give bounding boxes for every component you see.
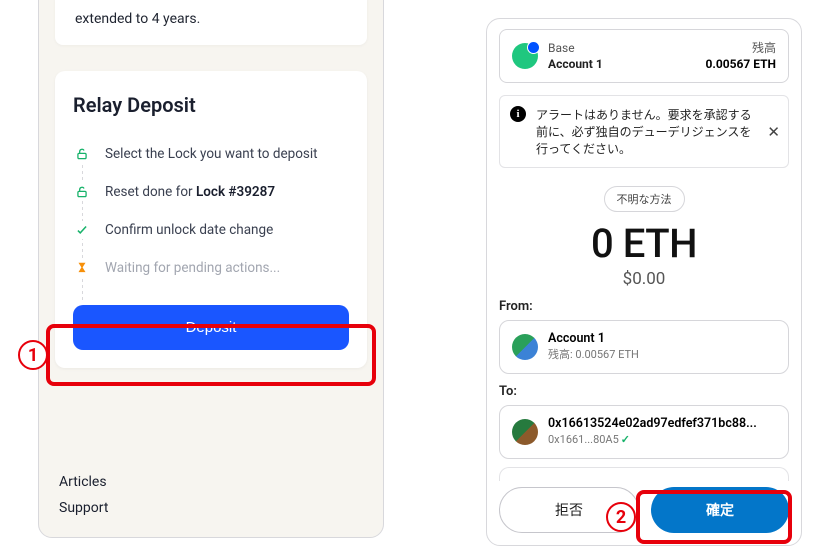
annotation-highlight-2 <box>636 490 792 544</box>
to-text: 0x16613524e02ad97edfef371bc88... 0x1661.… <box>548 416 757 448</box>
step-waiting: Waiting for pending actions... <box>73 249 349 287</box>
footer-articles[interactable]: Articles <box>59 469 108 495</box>
footer-support[interactable]: Support <box>59 495 108 521</box>
step-label: Reset done for Lock #39287 <box>105 184 275 200</box>
account-name: Account 1 <box>548 56 695 72</box>
network-name: Base <box>548 40 695 56</box>
hourglass-icon <box>73 259 91 277</box>
account-balance: 残高 0.00567 ETH <box>705 40 776 72</box>
annotation-highlight-1 <box>46 324 376 386</box>
avatar-icon <box>512 334 538 360</box>
from-name: Account 1 <box>548 331 639 348</box>
verified-check-icon: ✓ <box>621 433 630 446</box>
to-account[interactable]: 0x16613524e02ad97edfef371bc88... 0x1661.… <box>499 405 789 459</box>
steps-list: Select the Lock you want to deposit Rese… <box>73 135 349 287</box>
avatar-icon <box>512 419 538 445</box>
method-pill: 不明な方法 <box>604 186 685 212</box>
step-reset-done: Reset done for Lock #39287 <box>73 173 349 211</box>
network-avatar-icon <box>512 43 538 69</box>
annotation-marker-1: 1 <box>18 340 48 370</box>
check-icon <box>73 221 91 239</box>
card-title: Relay Deposit <box>73 93 349 117</box>
amount-usd: $0.00 <box>499 269 789 289</box>
step-label: Select the Lock you want to deposit <box>105 146 318 162</box>
from-account[interactable]: Account 1 残高: 0.00567 ETH <box>499 320 789 374</box>
from-balance: 残高: 0.00567 ETH <box>548 348 639 363</box>
account-header[interactable]: Base Account 1 残高 0.00567 ETH <box>499 29 789 83</box>
prev-card-text: extended to 4 years. <box>75 11 200 27</box>
left-phone: extended to 4 years. Relay Deposit Selec… <box>38 0 384 538</box>
prev-card-tail: extended to 4 years. <box>55 0 367 45</box>
info-icon: i <box>510 106 526 122</box>
balance-value: 0.00567 ETH <box>705 56 776 72</box>
step-label: Confirm unlock date change <box>105 222 273 238</box>
right-phone: Base Account 1 残高 0.00567 ETH i アラートはありま… <box>486 18 802 546</box>
step-select-lock: Select the Lock you want to deposit <box>73 135 349 173</box>
annotation-marker-2: 2 <box>606 502 636 532</box>
step-confirm-date: Confirm unlock date change <box>73 211 349 249</box>
lock-open-icon <box>73 145 91 163</box>
to-label: To: <box>499 384 789 399</box>
amount-eth: 0 ETH <box>499 220 789 267</box>
close-icon[interactable]: ✕ <box>767 123 780 141</box>
account-names: Base Account 1 <box>548 40 695 72</box>
lock-open-icon <box>73 183 91 201</box>
step-label: Waiting for pending actions... <box>105 260 280 276</box>
to-address: 0x16613524e02ad97edfef371bc88... <box>548 416 757 433</box>
to-short: 0x1661...80A5✓ <box>548 433 757 448</box>
footer-links: Articles Support <box>59 469 108 521</box>
alert-text: アラートはありません。要求を承認する前に、必ず独自のデューデリジェンスを行ってく… <box>536 106 760 157</box>
from-label: From: <box>499 299 789 314</box>
alert-banner: i アラートはありません。要求を承認する前に、必ず独自のデューデリジェンスを行っ… <box>499 95 789 168</box>
next-section-peek <box>499 467 789 481</box>
balance-label: 残高 <box>705 40 776 56</box>
from-text: Account 1 残高: 0.00567 ETH <box>548 331 639 363</box>
